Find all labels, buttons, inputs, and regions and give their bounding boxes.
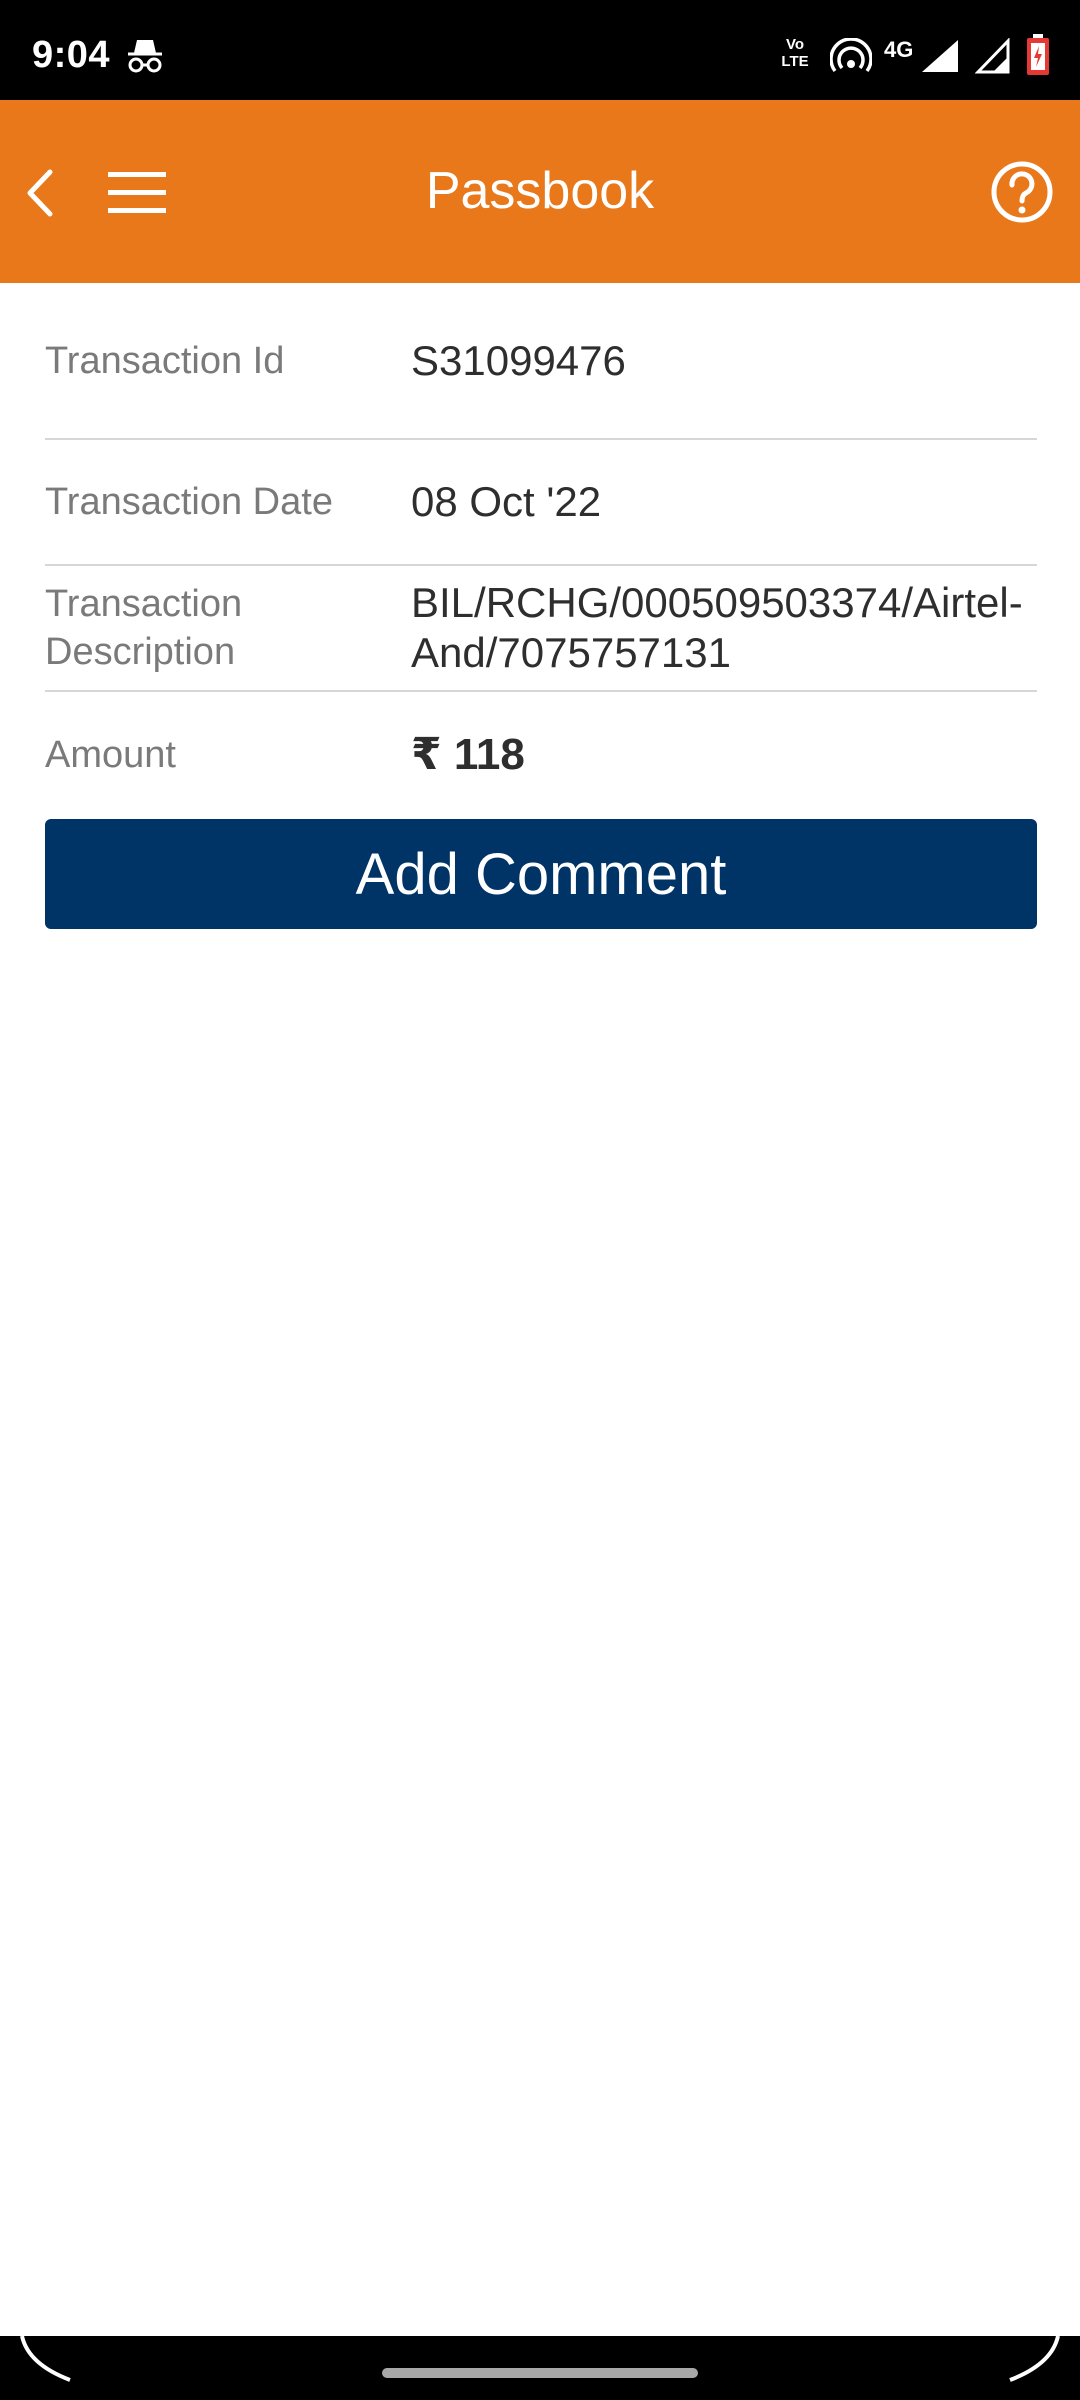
incognito-icon <box>128 40 162 73</box>
amount-row: Amount ₹ 118 <box>45 692 1037 818</box>
status-time: 9:04 <box>32 34 111 76</box>
help-icon[interactable] <box>990 160 1054 224</box>
hotspot-icon <box>830 38 872 73</box>
screen-corner-left <box>20 2336 71 2382</box>
status-bar: 9:04 Vo LTE 4G <box>0 0 1080 100</box>
signal-icon <box>922 40 958 72</box>
screen-corner-right <box>1009 2336 1060 2382</box>
home-gesture-bar[interactable] <box>382 2368 698 2378</box>
transaction-description-value: BIL/RCHG/000509503374/Airtel-And/7075757… <box>411 579 1023 676</box>
transaction-date-label: Transaction Date <box>45 481 333 523</box>
amount-label: Amount <box>45 734 176 776</box>
volte-indicator: Vo LTE <box>781 36 809 70</box>
transaction-date-row: Transaction Date 08 Oct '22 <box>45 440 1037 566</box>
transaction-id-label: Transaction Id <box>45 339 285 382</box>
transaction-date-value: 08 Oct '22 <box>411 478 602 525</box>
app-bar: Passbook <box>0 100 1080 283</box>
add-comment-button[interactable]: Add Comment <box>45 819 1037 929</box>
transaction-id-row: Transaction Id S31099476 <box>45 283 1037 440</box>
transaction-details: Transaction Id S31099476 Transaction Dat… <box>45 283 1037 818</box>
amount-value: ₹ 118 <box>411 730 525 779</box>
navigation-bar <box>0 2336 1080 2400</box>
transaction-description-label: Transaction Description <box>45 583 243 673</box>
battery-icon <box>1027 34 1049 75</box>
transaction-description-row: Transaction Description BIL/RCHG/0005095… <box>45 566 1037 692</box>
transaction-id-value: S31099476 <box>411 336 626 384</box>
network-type: 4G <box>884 37 914 62</box>
page-title: Passbook <box>425 162 655 220</box>
signal-icon-secondary <box>975 38 1010 74</box>
